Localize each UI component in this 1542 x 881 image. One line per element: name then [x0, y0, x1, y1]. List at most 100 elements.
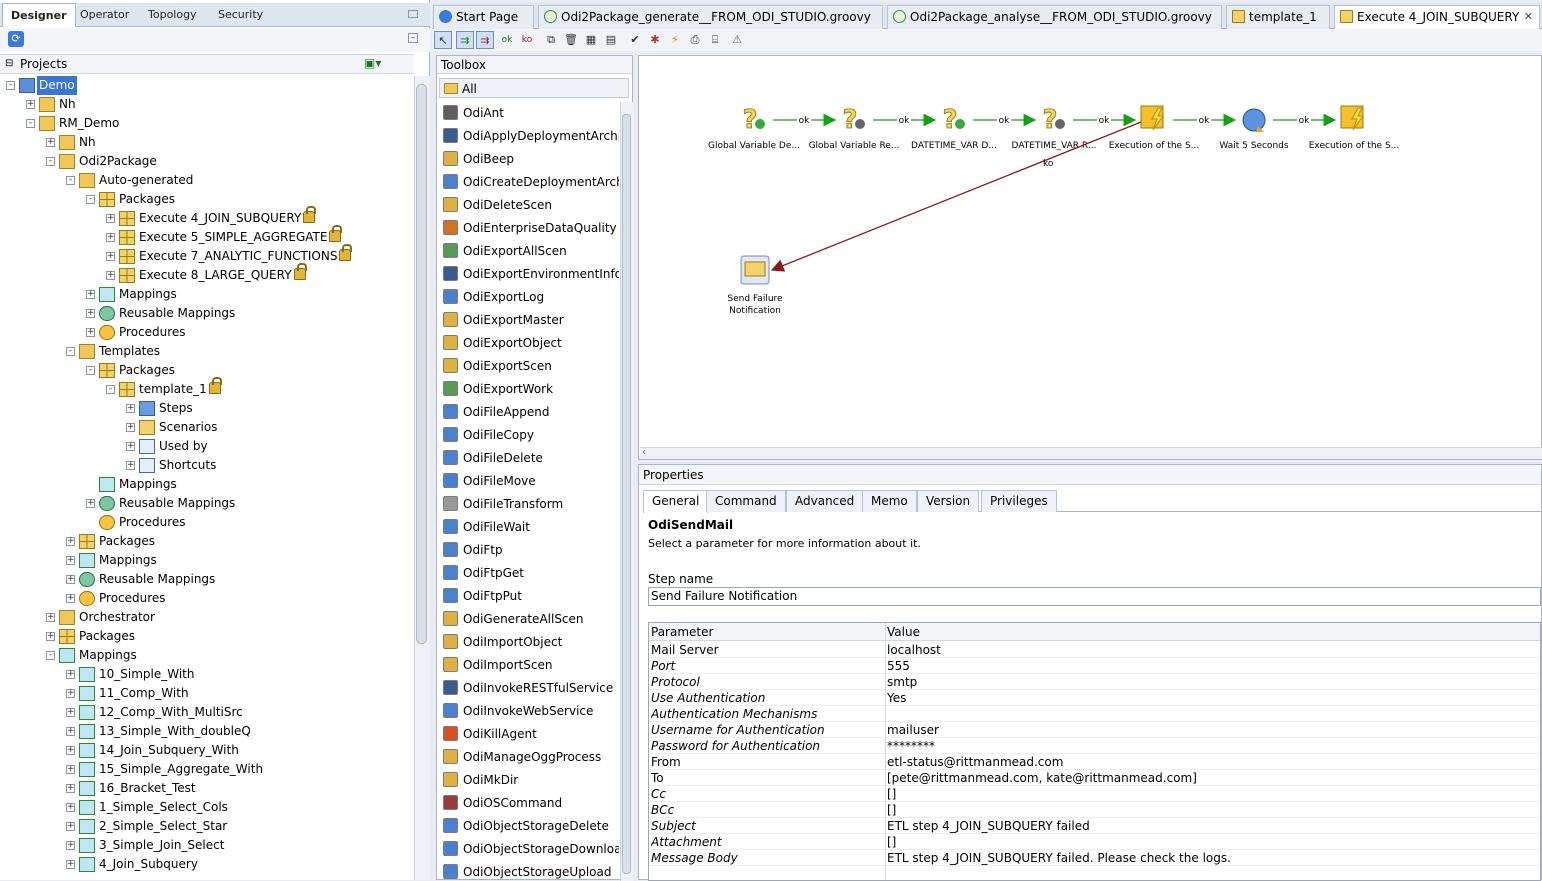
toolbox-item[interactable]: OdiExportObject	[443, 332, 619, 354]
expand-toggle-icon[interactable]: +	[106, 271, 115, 280]
collapse-toggle-icon[interactable]: -	[86, 195, 95, 204]
toolbox-item[interactable]: OdiMkDir	[443, 769, 619, 791]
expand-toggle-icon[interactable]: +	[26, 100, 35, 109]
nav-tab-security[interactable]: Security	[210, 3, 271, 27]
expand-toggle-icon[interactable]: +	[66, 784, 75, 793]
step-node-variable[interactable]: ?	[742, 105, 765, 135]
toolbox-item[interactable]: OdiInvokeRESTfulService	[443, 677, 619, 699]
toolbox-item[interactable]: OdiObjectStorageUpload	[443, 861, 619, 881]
parameter-row[interactable]: Authentication Mechanisms	[649, 706, 1540, 722]
expand-toggle-icon[interactable]: +	[66, 556, 75, 565]
toolbox-item[interactable]: OdiExportLog	[443, 286, 619, 308]
expand-toggle-icon[interactable]: +	[86, 328, 95, 337]
parameter-value[interactable]: ETL step 4_JOIN_SUBQUERY failed	[887, 818, 1090, 834]
nav-tab-topology[interactable]: Topology	[140, 3, 205, 27]
parameter-row[interactable]: Username for Authentication mailuser	[649, 722, 1540, 738]
toolbox-item[interactable]: OdiFileDelete	[443, 447, 619, 469]
refresh-icon[interactable]: ⟳	[8, 31, 24, 47]
expand-toggle-icon[interactable]: +	[46, 138, 55, 147]
expand-toggle-icon[interactable]: +	[86, 309, 95, 318]
expand-toggle-icon[interactable]: +	[66, 575, 75, 584]
expand-toggle-icon[interactable]: +	[66, 670, 75, 679]
project-actions-icon[interactable]: ▣▾	[364, 56, 386, 72]
parameter-value[interactable]: 555	[887, 658, 910, 674]
collapse-toggle-icon[interactable]: -	[26, 119, 35, 128]
parameter-value[interactable]: []	[887, 834, 896, 850]
toolbox-item[interactable]: OdiInvokeWebService	[443, 700, 619, 722]
step-node-variable-refresh[interactable]: ?	[1042, 105, 1065, 135]
expand-toggle-icon[interactable]: +	[66, 727, 75, 736]
editor-tab[interactable]: template_1	[1226, 5, 1330, 29]
collapse-toggle-icon[interactable]: -	[66, 347, 75, 356]
navigator-scroll-thumb[interactable]	[416, 84, 427, 644]
parameter-value[interactable]: etl-status@rittmanmead.com	[887, 754, 1063, 770]
debug-icon[interactable]: ✱	[646, 31, 664, 49]
editor-tab[interactable]: Execute 4_JOIN_SUBQUERY ✕	[1334, 5, 1540, 29]
collapse-toggle-icon[interactable]: -	[6, 81, 15, 90]
prop-tab-command[interactable]: Command	[706, 490, 786, 512]
step-node-wait[interactable]	[1242, 108, 1266, 132]
toolbox-item[interactable]: OdiImportScen	[443, 654, 619, 676]
toolbox-item[interactable]: OdiFtpPut	[443, 585, 619, 607]
toolbox-item[interactable]: OdiFtp	[443, 539, 619, 561]
parameter-value[interactable]: []	[887, 802, 896, 818]
toolbox-item[interactable]: OdiFileAppend	[443, 401, 619, 423]
parameter-value[interactable]: ********	[887, 738, 935, 754]
ok-link-icon[interactable]: ok	[498, 31, 516, 49]
close-tab-icon[interactable]: ✕	[1524, 6, 1533, 28]
toolbox-item[interactable]: OdiEnterpriseDataQuality	[443, 217, 619, 239]
step-node-variable[interactable]: ?	[942, 105, 965, 135]
collapse-toggle-icon[interactable]: -	[106, 385, 115, 394]
prop-tab-privileges[interactable]: Privileges	[981, 490, 1057, 512]
parameter-row[interactable]: Mail Server localhost	[649, 642, 1540, 658]
prop-tab-advanced[interactable]: Advanced	[786, 490, 864, 512]
prop-tab-version[interactable]: Version	[917, 490, 980, 512]
toolbox-item[interactable]: OdiImportObject	[443, 631, 619, 653]
expand-toggle-icon[interactable]: +	[86, 290, 95, 299]
editor-tab[interactable]: Odi2Package_generate__FROM_ODI_STUDIO.gr…	[538, 5, 883, 29]
toolbox-item[interactable]: OdiManageOggProcess	[443, 746, 619, 768]
maximize-icon[interactable]	[408, 10, 418, 18]
expand-toggle-icon[interactable]: +	[66, 803, 75, 812]
next-ok-tool-icon[interactable]: ⇉	[456, 31, 474, 49]
collapse-toggle-icon[interactable]: -	[46, 651, 55, 660]
diagram-hscrollbar[interactable]: ‹	[640, 447, 1542, 459]
expand-toggle-icon[interactable]: +	[66, 765, 75, 774]
parameter-row[interactable]: Protocol smtp	[649, 674, 1540, 690]
warning-icon[interactable]: ⚠	[728, 31, 746, 49]
expand-toggle-icon[interactable]: +	[106, 252, 115, 261]
expand-toggle-icon[interactable]: +	[66, 746, 75, 755]
toolbox-item[interactable]: OdiObjectStorageDownload	[443, 838, 619, 860]
toolbox-item[interactable]: OdiExportScen	[443, 355, 619, 377]
parameter-value[interactable]: smtp	[887, 674, 917, 690]
toolbox-item[interactable]: OdiFileMove	[443, 470, 619, 492]
toolbox-item[interactable]: OdiFileTransform	[443, 493, 619, 515]
toolbox-item[interactable]: OdiKillAgent	[443, 723, 619, 745]
toolbox-item[interactable]: OdiObjectStorageDelete	[443, 815, 619, 837]
parameter-row[interactable]: Subject ETL step 4_JOIN_SUBQUERY failed	[649, 818, 1540, 834]
expand-toggle-icon[interactable]: +	[46, 632, 55, 641]
toolbox-item[interactable]: OdiFileWait	[443, 516, 619, 538]
expand-toggle-icon[interactable]: +	[66, 841, 75, 850]
parameter-value[interactable]: Yes	[887, 690, 906, 706]
prop-tab-general[interactable]: General	[643, 490, 709, 513]
arrange-icon[interactable]: ▦	[582, 31, 600, 49]
collapse-toggle-icon[interactable]: -	[86, 366, 95, 375]
step-name-input[interactable]: Send Failure Notification	[648, 587, 1541, 606]
parameter-row[interactable]: Use Authentication Yes	[649, 690, 1540, 706]
editor-tab[interactable]: Start Page	[433, 5, 534, 29]
ko-link-icon[interactable]: ko	[518, 31, 536, 49]
toolbox-item[interactable]: OdiCreateDeploymentArchive	[443, 171, 619, 193]
expand-toggle-icon[interactable]: +	[66, 689, 75, 698]
duplicate-icon[interactable]: ⧉	[542, 31, 560, 49]
scroll-left-icon[interactable]: ‹	[642, 447, 646, 458]
expand-toggle-icon[interactable]: +	[126, 442, 135, 451]
collapse-icon[interactable]: ⊟	[5, 58, 13, 69]
expand-toggle-icon[interactable]: +	[126, 423, 135, 432]
toolbox-item[interactable]: OdiBeep	[443, 148, 619, 170]
expand-toggle-icon[interactable]: +	[126, 404, 135, 413]
send-failure-node[interactable]	[740, 255, 770, 285]
toolbox-item[interactable]: OdiAnt	[443, 102, 619, 124]
toolbox-item[interactable]: OdiFtpGet	[443, 562, 619, 584]
parameter-row[interactable]: Port 555	[649, 658, 1540, 674]
